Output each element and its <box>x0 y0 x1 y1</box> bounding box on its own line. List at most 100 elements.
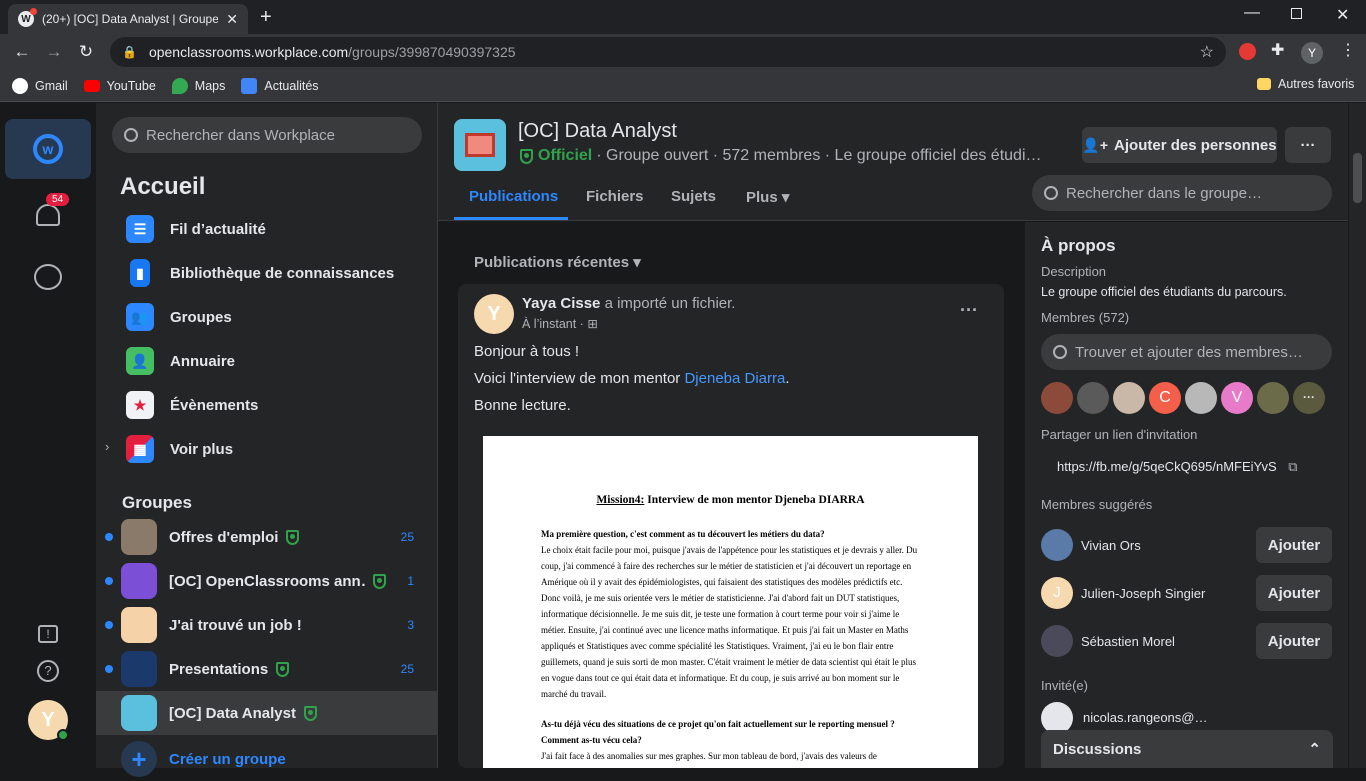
nav-news-feed[interactable]: ☰ Fil d’actualité <box>126 215 266 243</box>
unread-dot <box>105 621 113 629</box>
group-item-active[interactable]: [OC] Data Analyst <box>96 691 438 735</box>
create-group-button[interactable]: + Créer un groupe <box>96 737 438 781</box>
member-avatar[interactable]: J <box>1041 577 1073 609</box>
lock-icon: 🔒 <box>122 45 137 59</box>
add-member-button[interactable]: Ajouter <box>1256 623 1332 659</box>
tab-more[interactable]: Plus ▾ <box>746 188 789 206</box>
maximize-icon[interactable] <box>1291 8 1302 19</box>
scrollbar-thumb[interactable] <box>1353 153 1362 203</box>
feed-sort-dropdown[interactable]: Publications récentes ▾ <box>474 253 641 271</box>
member-avatar[interactable] <box>1077 382 1109 414</box>
member-avatar[interactable] <box>1041 529 1073 561</box>
browser-menu-icon[interactable]: ⋮ <box>1340 40 1356 60</box>
suggested-members-label: Membres suggérés <box>1041 497 1153 512</box>
browser-tab[interactable]: W (20+) [OC] Data Analyst | Groupe… ✕ <box>8 4 248 34</box>
nav-see-more[interactable]: ▦ Voir plus <box>126 435 233 463</box>
bookmarks-bar: Gmail YouTube Maps Actualités Autres fav… <box>0 70 1366 102</box>
add-member-button[interactable]: Ajouter <box>1256 575 1332 611</box>
page-scrollbar[interactable] <box>1349 103 1366 768</box>
group-meta: Officiel · Groupe ouvert · 572 membres ·… <box>518 147 1042 165</box>
suggested-member: J Julien-Joseph Singier Ajouter <box>1041 575 1332 611</box>
post-time[interactable]: À l’instant · ⊞ <box>522 316 598 331</box>
group-search-input[interactable]: Rechercher dans le groupe… <box>1032 175 1332 211</box>
add-member-button[interactable]: Ajouter <box>1256 527 1332 563</box>
member-avatar[interactable] <box>1257 382 1289 414</box>
chevron-right-icon[interactable]: › <box>105 439 109 454</box>
bookmark-star-icon[interactable]: ☆ <box>1200 42 1214 62</box>
mention-link[interactable]: Djeneba Diarra <box>684 370 785 387</box>
tab-topics[interactable]: Sujets <box>671 188 716 205</box>
group-item[interactable]: Presentations 25 <box>96 647 438 691</box>
nav-events[interactable]: ★ Évènements <box>126 391 258 419</box>
feedback-icon[interactable]: ! <box>38 625 58 643</box>
new-tab-icon[interactable]: + <box>260 6 272 29</box>
bookmark-youtube[interactable]: YouTube <box>83 79 156 93</box>
minimize-icon[interactable]: — <box>1244 4 1260 22</box>
nav-knowledge-library[interactable]: ▮ Bibliothèque de connaissances <box>126 259 394 287</box>
easel-chart-icon <box>465 133 495 157</box>
close-window-icon[interactable]: ✕ <box>1336 5 1349 25</box>
reload-icon[interactable]: ↻ <box>70 36 102 68</box>
search-icon <box>1044 186 1058 200</box>
group-name[interactable]: [OC] Data Analyst <box>518 120 677 143</box>
other-bookmarks[interactable]: Autres favoris <box>1257 77 1354 91</box>
author-name[interactable]: Yaya Cisse <box>522 295 600 312</box>
folder-icon <box>1257 78 1271 90</box>
close-tab-icon[interactable]: ✕ <box>226 11 238 28</box>
member-avatar[interactable] <box>1041 625 1073 657</box>
profile-avatar[interactable]: Y <box>1301 42 1323 64</box>
chevron-up-icon[interactable]: ⌃ <box>1308 740 1321 758</box>
member-avatar[interactable] <box>1041 382 1073 414</box>
bookmark-maps[interactable]: Maps <box>171 77 225 94</box>
group-item[interactable]: Offres d'emploi 25 <box>96 515 438 559</box>
post-line-2: Voici l'interview de mon mentor Djeneba … <box>474 370 790 387</box>
post-options-icon[interactable]: ··· <box>960 300 978 321</box>
group-item[interactable]: J'ai trouvé un job ! 3 <box>96 603 438 647</box>
bookmark-news[interactable]: Actualités <box>241 77 319 94</box>
find-members-input[interactable]: Trouver et ajouter des membres… <box>1041 334 1332 370</box>
workplace-search-input[interactable]: Rechercher dans Workplace <box>112 117 422 153</box>
workplace-home-button[interactable]: w <box>5 119 91 179</box>
more-members-button[interactable]: ··· <box>1293 382 1325 414</box>
invite-link[interactable]: https://fb.me/g/5qeCkQ695/nMFEiYvS ⧉ <box>1057 459 1298 475</box>
document-preview[interactable]: Mission4: Interview de mon mentor Djeneb… <box>483 436 978 768</box>
nav-groups[interactable]: 👥 Groupes <box>126 303 232 331</box>
book-icon: ▮ <box>130 259 150 287</box>
description-text: Le groupe officiel des étudiants du parc… <box>1041 285 1287 299</box>
puzzle-extensions-icon[interactable]: ✚ <box>1271 40 1284 60</box>
author-avatar[interactable]: Y <box>474 294 514 334</box>
member-avatar[interactable] <box>1185 382 1217 414</box>
group-item[interactable]: [OC] OpenClassrooms ann… 1 <box>96 559 438 603</box>
member-avatar[interactable] <box>1113 382 1145 414</box>
doc-title: Mission4: Interview de mon mentor Djeneb… <box>596 494 865 506</box>
extension-icon[interactable] <box>1239 43 1256 60</box>
left-rail: w 54 ! ? Y <box>0 103 96 768</box>
tab-files[interactable]: Fichiers <box>586 188 644 205</box>
help-icon[interactable]: ? <box>37 660 59 682</box>
doc-paragraph-1: Le choix était facile pour moi, puisque … <box>541 545 918 699</box>
back-icon[interactable]: ← <box>6 36 38 68</box>
official-shield-icon <box>286 529 300 545</box>
address-bar[interactable]: 🔒 openclassrooms.workplace.com/groups/39… <box>110 37 1226 67</box>
url-path: /groups/399870490397325 <box>348 44 516 60</box>
chat-dock-discussions[interactable]: Discussions ⌃ <box>1041 730 1333 768</box>
more-options-button[interactable]: ··· <box>1285 127 1331 163</box>
audience-icon: ⊞ <box>587 317 598 331</box>
nav-directory[interactable]: 👤 Annuaire <box>126 347 235 375</box>
post-action: a importé un fichier. <box>604 295 736 312</box>
notifications-button[interactable]: 54 <box>34 193 70 228</box>
bookmark-gmail[interactable]: Gmail <box>12 77 68 94</box>
copy-icon[interactable]: ⧉ <box>1288 459 1297 474</box>
add-people-button[interactable]: 👤+ Ajouter des personnes <box>1082 127 1277 163</box>
member-avatar[interactable]: V <box>1221 382 1253 414</box>
calendar-icon: ★ <box>126 391 154 419</box>
news-icon <box>241 77 258 94</box>
group-cover-thumbnail[interactable] <box>454 119 506 171</box>
workplace-logo-icon: w <box>33 134 63 164</box>
search-icon <box>1053 345 1067 359</box>
chat-bubble-icon[interactable] <box>34 264 62 290</box>
group-thumbnail <box>121 519 157 555</box>
member-avatar[interactable]: C <box>1149 382 1181 414</box>
forward-icon[interactable]: → <box>38 36 70 68</box>
tab-publications[interactable]: Publications <box>469 188 558 205</box>
